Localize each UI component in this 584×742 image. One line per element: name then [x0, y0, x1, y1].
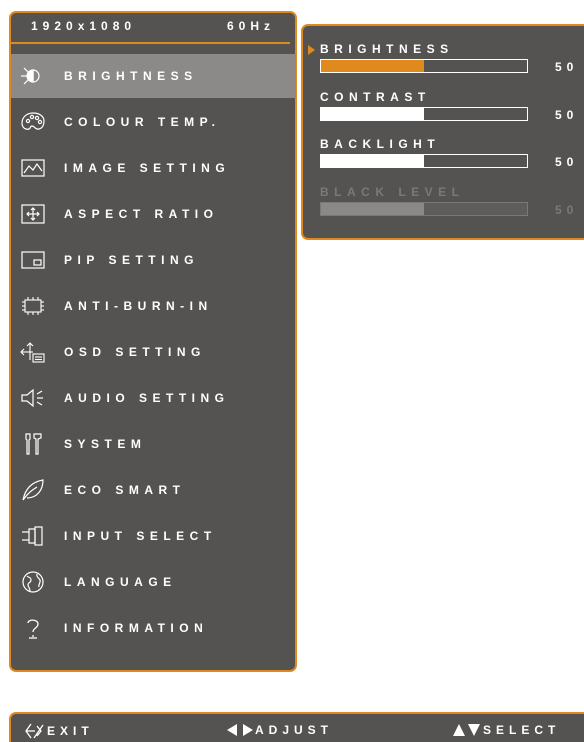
backlight-slider[interactable] [320, 154, 528, 168]
adjust-label: ADJUST [255, 723, 334, 737]
slider-fill [321, 60, 424, 72]
submenu-item-backlight[interactable]: BACKLIGHT 50 [303, 134, 584, 180]
submenu-item-contrast[interactable]: CONTRAST 50 [303, 87, 584, 133]
up-down-arrows-icon [453, 724, 480, 736]
plug-icon [22, 526, 43, 546]
select-label: SELECT [483, 723, 561, 737]
menu-item-audio-setting[interactable]: AUDIO SETTING [11, 376, 296, 420]
image-icon [21, 159, 45, 177]
exit-icon [25, 723, 44, 739]
menu-item-language[interactable]: LANGUAGE [11, 560, 296, 604]
menu-item-osd-setting[interactable]: OSD SETTING [11, 330, 296, 374]
menu-item-label: ASPECT RATIO [64, 207, 219, 221]
selection-arrow-icon [308, 45, 315, 55]
contrast-slider[interactable] [320, 107, 528, 121]
slider-value: 50 [555, 203, 579, 217]
menu-item-pip-setting[interactable]: PIP SETTING [11, 238, 296, 282]
brightness-icon [21, 67, 40, 85]
globe-icon [22, 571, 44, 593]
header-divider [11, 42, 290, 44]
menu-item-label: COLOUR TEMP. [64, 115, 221, 129]
menu-item-aspect-ratio[interactable]: ASPECT RATIO [11, 192, 296, 236]
palette-icon [21, 112, 45, 130]
pip-icon [21, 251, 45, 269]
menu-item-label: BRIGHTNESS [64, 69, 198, 83]
exit-label: EXIT [47, 724, 94, 738]
menu-item-anti-burn-in[interactable]: ANTI-BURN-IN [11, 284, 296, 328]
submenu-item-label: BLACK LEVEL [320, 185, 465, 199]
menu-item-image-setting[interactable]: IMAGE SETTING [11, 146, 296, 190]
menu-item-input-select[interactable]: INPUT SELECT [11, 514, 296, 558]
menu-item-label: OSD SETTING [64, 345, 206, 359]
submenu-item-label: BRIGHTNESS [320, 42, 454, 56]
menu-item-label: PIP SETTING [64, 253, 199, 267]
menu-item-information[interactable]: INFORMATION [11, 606, 296, 650]
slider-value: 50 [555, 60, 579, 74]
brightness-submenu-panel: BRIGHTNESS 50 CONTRAST 50 BACKLIGHT 50 B… [301, 24, 584, 240]
menu-item-label: AUDIO SETTING [64, 391, 230, 405]
signal-info-header: 1920x1080 60Hz [11, 13, 295, 41]
left-right-arrows-icon [227, 724, 253, 736]
submenu-item-label: BACKLIGHT [320, 137, 441, 151]
brightness-slider[interactable] [320, 59, 528, 73]
leaf-icon [22, 479, 44, 501]
menu-item-label: SYSTEM [64, 437, 147, 451]
chip-icon [22, 297, 44, 315]
menu-item-system[interactable]: SYSTEM [11, 422, 296, 466]
slider-fill [321, 108, 424, 120]
menu-item-brightness[interactable]: BRIGHTNESS [11, 54, 296, 98]
slider-value: 50 [555, 155, 579, 169]
slider-value: 50 [555, 108, 579, 122]
menu-item-eco-smart[interactable]: ECO SMART [11, 468, 296, 512]
osd-icon [20, 342, 45, 363]
select-hint[interactable]: SELECT [453, 723, 560, 737]
black-level-slider [320, 202, 528, 216]
speaker-icon [21, 388, 43, 408]
adjust-hint[interactable]: ADJUST [227, 723, 333, 737]
aspect-ratio-icon [21, 204, 45, 224]
menu-item-label: INPUT SELECT [64, 529, 217, 543]
key-guide-bar: EXIT ADJUST SELECT [9, 712, 584, 742]
menu-item-label: IMAGE SETTING [64, 161, 231, 175]
submenu-item-label: CONTRAST [320, 90, 431, 104]
menu-item-label: LANGUAGE [64, 575, 177, 589]
question-icon [27, 619, 39, 639]
menu-item-label: INFORMATION [64, 621, 209, 635]
slider-fill [321, 203, 424, 215]
tools-icon [25, 433, 42, 455]
menu-item-label: ECO SMART [64, 483, 186, 497]
menu-item-colour-temp[interactable]: COLOUR TEMP. [11, 100, 296, 144]
submenu-item-black-level: BLACK LEVEL 50 [303, 182, 584, 228]
resolution-text: 1920x1080 [31, 19, 137, 33]
exit-hint[interactable]: EXIT [23, 723, 94, 739]
refresh-rate-text: 60Hz [227, 19, 276, 33]
main-menu-panel: 1920x1080 60Hz BRIGHTNESS COLOUR TEMP. I… [9, 11, 297, 672]
menu-item-label: ANTI-BURN-IN [64, 299, 213, 313]
submenu-item-brightness[interactable]: BRIGHTNESS 50 [303, 39, 584, 85]
slider-fill [321, 155, 424, 167]
